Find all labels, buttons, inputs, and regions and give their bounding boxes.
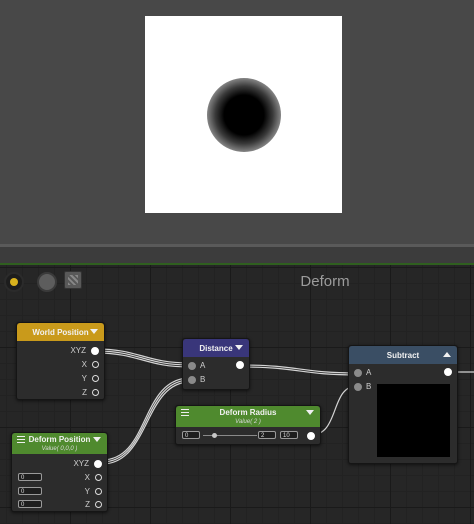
node-header[interactable]: Deform Position: [12, 433, 107, 445]
node-subtitle: Value( 2 ): [176, 418, 320, 427]
port-label: Y: [84, 487, 90, 496]
input-port-a[interactable]: A: [188, 361, 205, 370]
panel-toolbar-strip: [0, 247, 474, 264]
collapse-icon[interactable]: [93, 437, 101, 442]
port-dot[interactable]: [95, 474, 102, 481]
port-dot[interactable]: [444, 368, 452, 376]
vector-x-field[interactable]: 0: [18, 473, 42, 481]
subtract-node[interactable]: Subtract A B: [348, 345, 458, 464]
preview-panel: [0, 0, 474, 244]
preview-canvas: [145, 16, 342, 213]
slider-max-field[interactable]: 10: [280, 431, 298, 439]
node-title: Subtract: [386, 350, 420, 360]
port-label: XYZ: [70, 346, 86, 355]
output-port[interactable]: [444, 368, 452, 376]
port-label: A: [200, 361, 206, 370]
input-port-a[interactable]: A: [354, 368, 371, 377]
port-dot[interactable]: [354, 382, 362, 391]
port-label: X: [81, 360, 87, 369]
vector-z-field[interactable]: 0: [18, 500, 42, 508]
output-port-x[interactable]: X: [82, 360, 99, 369]
menu-icon[interactable]: [17, 436, 25, 443]
slider-knob[interactable]: [212, 433, 217, 438]
output-port-z[interactable]: Z: [85, 500, 102, 509]
output-port-x[interactable]: X: [85, 473, 102, 482]
output-port[interactable]: [236, 361, 244, 369]
port-dot[interactable]: [188, 361, 196, 370]
node-header[interactable]: Subtract: [349, 346, 457, 364]
output-port-y[interactable]: Y: [82, 374, 99, 383]
port-label: XYZ: [73, 459, 89, 468]
graph-title: Deform: [300, 273, 350, 290]
output-port-xyz[interactable]: XYZ: [73, 459, 102, 468]
world-position-node[interactable]: World Position XYZ X Y Z: [16, 322, 105, 400]
slider-value-field[interactable]: 2: [258, 431, 276, 439]
input-port-b[interactable]: B: [188, 375, 205, 384]
material-ball-icon[interactable]: [37, 272, 57, 292]
deform-radius-node[interactable]: Deform Radius Value( 2 ) 0 2 10: [175, 405, 321, 445]
node-header[interactable]: Distance: [183, 339, 249, 357]
collapse-icon[interactable]: [443, 352, 451, 357]
input-port-b[interactable]: B: [354, 382, 371, 391]
port-label: B: [200, 375, 206, 384]
port-dot[interactable]: [92, 389, 99, 396]
port-label: Y: [81, 374, 87, 383]
port-label: X: [84, 473, 90, 482]
port-dot[interactable]: [354, 368, 362, 377]
port-dot[interactable]: [92, 361, 99, 368]
port-dot[interactable]: [188, 375, 196, 384]
port-dot[interactable]: [236, 361, 244, 369]
port-dot[interactable]: [95, 501, 102, 508]
port-dot[interactable]: [95, 488, 102, 495]
port-dot[interactable]: [91, 346, 99, 355]
port-label: Z: [82, 388, 87, 397]
output-port-xyz[interactable]: XYZ: [70, 346, 99, 355]
node-subtitle: Value( 0,0,0 ): [12, 445, 107, 454]
output-port-y[interactable]: Y: [85, 487, 102, 496]
vector-y-field[interactable]: 0: [18, 487, 42, 495]
port-dot[interactable]: [94, 459, 102, 468]
port-label: B: [366, 382, 372, 391]
node-header[interactable]: Deform Radius: [176, 406, 320, 418]
port-label: A: [366, 368, 372, 377]
menu-icon[interactable]: [181, 409, 189, 416]
deform-position-node[interactable]: Deform Position Value( 0,0,0 ) XYZ 0 X 0…: [11, 432, 108, 512]
node-title: Deform Radius: [219, 407, 277, 417]
node-title: World Position: [32, 327, 89, 337]
shader-preview-icon[interactable]: [4, 272, 24, 292]
node-header[interactable]: World Position: [17, 323, 104, 341]
texture-icon[interactable]: [64, 271, 82, 289]
node-title: Distance: [199, 343, 233, 353]
collapse-icon[interactable]: [235, 345, 243, 350]
slider-min-field[interactable]: 0: [182, 431, 200, 439]
port-dot[interactable]: [92, 375, 99, 382]
distance-node[interactable]: Distance A B: [182, 338, 250, 390]
node-title: Deform Position: [28, 434, 91, 444]
deform-preview-blob: [207, 78, 281, 152]
collapse-icon[interactable]: [306, 410, 314, 415]
output-port[interactable]: [307, 432, 315, 440]
output-port-z[interactable]: Z: [82, 388, 99, 397]
port-label: Z: [85, 500, 90, 509]
collapse-icon[interactable]: [90, 329, 98, 334]
node-preview: [377, 384, 450, 457]
